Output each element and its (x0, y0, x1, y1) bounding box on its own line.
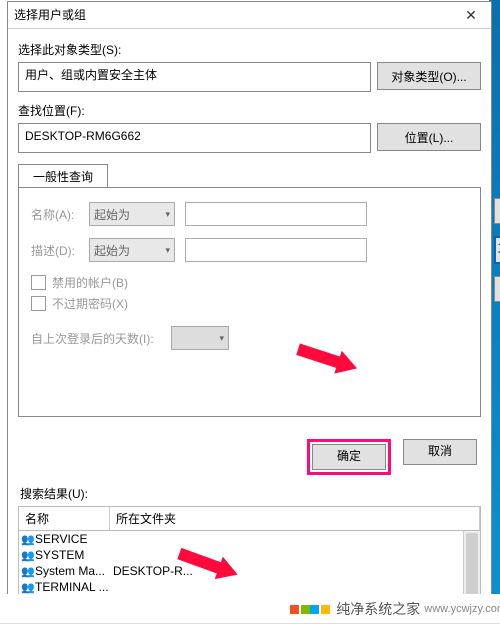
titlebar: 选择用户或组 ✕ (8, 2, 491, 29)
name-label: 名称(A): (31, 206, 89, 223)
locations-button[interactable]: 位置(L)... (377, 123, 481, 151)
ok-button[interactable]: 确定 (312, 444, 386, 470)
search-results-label: 搜索结果(U): (20, 485, 481, 502)
ok-highlight-box: 确定 (307, 439, 391, 475)
dialog-title: 选择用户或组 (8, 2, 86, 28)
windows-logo-icon (290, 605, 310, 614)
columns-button[interactable]: 列(C)... (494, 198, 500, 224)
close-icon[interactable]: ✕ (451, 2, 491, 28)
tab-common-queries[interactable]: 一般性查询 (18, 164, 108, 188)
item-folder: DESKTOP-R... (113, 564, 478, 578)
location-input[interactable]: DESKTOP-RM6G662 (18, 123, 371, 153)
column-folder[interactable]: 所在文件夹 (110, 507, 480, 530)
checkbox-icon (31, 296, 46, 311)
principal-icon: 👥 (21, 565, 35, 578)
list-item[interactable]: 👥TERMINAL ... (19, 579, 480, 595)
watermark-url: www.ycwjzy.com (424, 603, 500, 615)
list-item[interactable]: 👥SYSTEM (19, 547, 480, 563)
item-name: TERMINAL ... (35, 580, 113, 594)
watermark-brand: 纯净系统之家 (336, 599, 420, 619)
chevron-down-icon: ▾ (165, 209, 170, 220)
days-since-logon-label: 自上次登录后的天数(I): (31, 330, 171, 347)
principal-icon: 👥 (21, 581, 35, 594)
list-item[interactable]: 👥System Ma...DESKTOP-R... (19, 563, 480, 579)
item-name: SYSTEM (35, 548, 113, 562)
cancel-button[interactable]: 取消 (403, 439, 477, 465)
object-types-button[interactable]: 对象类型(O)... (377, 62, 481, 90)
desc-mode-combo[interactable]: 起始为▾ (89, 238, 175, 262)
principal-icon: 👥 (21, 549, 35, 562)
results-header: 名称 所在文件夹 (18, 506, 481, 531)
stop-button[interactable]: 停止(T) (494, 276, 500, 302)
object-type-input[interactable]: 用户、组或内置安全主体 (18, 62, 371, 92)
item-name: System Ma... (35, 564, 113, 578)
name-input[interactable] (185, 202, 367, 226)
principal-icon: 👥 (21, 533, 35, 546)
chevron-down-icon: ▾ (165, 245, 170, 256)
watermark-footer: 纯净系统之家 www.ycwjzy.com (0, 594, 500, 624)
disabled-accounts-checkbox[interactable]: 禁用的帐户(B) (31, 274, 468, 291)
windows-logo-icon (310, 605, 330, 614)
column-name[interactable]: 名称 (19, 507, 110, 530)
location-label: 查找位置(F): (18, 102, 481, 119)
list-item[interactable]: 👥SERVICE (19, 531, 480, 547)
name-mode-combo[interactable]: 起始为▾ (89, 202, 175, 226)
desc-label: 描述(D): (31, 242, 89, 259)
find-now-button[interactable]: 立即查找(N) (494, 236, 500, 264)
item-name: SERVICE (35, 532, 113, 546)
no-expire-checkbox[interactable]: 不过期密码(X) (31, 295, 468, 312)
checkbox-icon (31, 275, 46, 290)
days-combo[interactable]: ▾ (171, 326, 229, 350)
object-type-label: 选择此对象类型(S): (18, 41, 481, 58)
desc-input[interactable] (185, 238, 367, 262)
select-user-dialog: 选择用户或组 ✕ 选择此对象类型(S): 用户、组或内置安全主体 对象类型(O)… (7, 1, 492, 623)
query-panel: 名称(A): 起始为▾ 描述(D): 起始为▾ 禁用的帐户(B) (18, 187, 481, 417)
chevron-down-icon: ▾ (219, 333, 224, 344)
